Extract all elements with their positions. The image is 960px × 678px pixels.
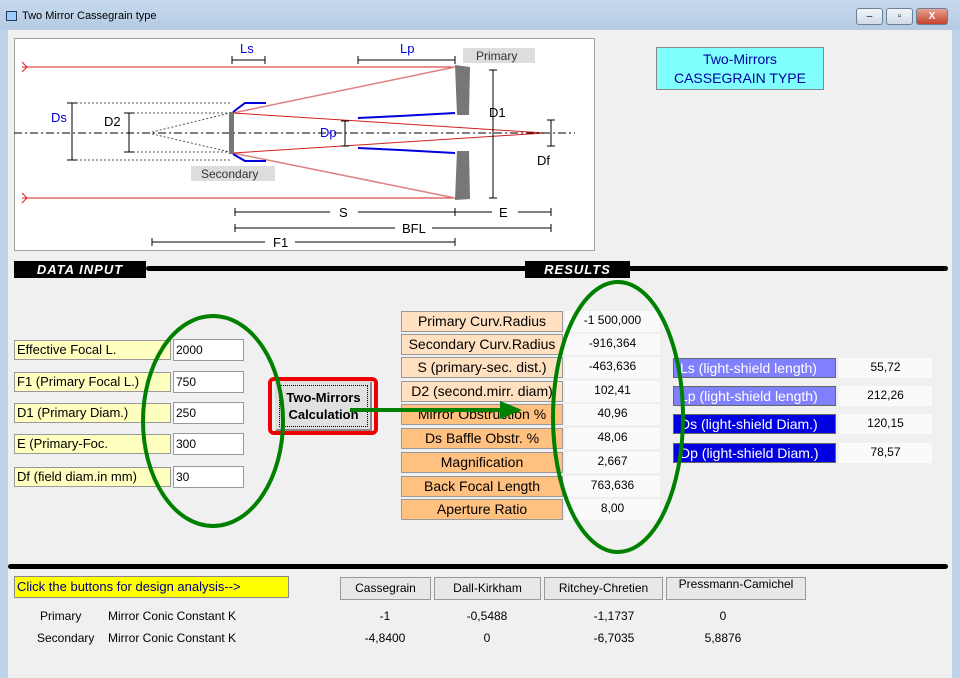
input-label-e: E (Primary-Foc. bbox=[14, 434, 171, 454]
input-label-df: Df (field diam.in mm) bbox=[14, 467, 171, 487]
primary-mirror-bottom bbox=[455, 151, 470, 200]
result-label: D2 (second.mirr. diam) bbox=[401, 381, 563, 402]
conic-constant-value: -1,1737 bbox=[593, 609, 635, 623]
label-d1: D1 bbox=[489, 105, 506, 120]
shield-value: 78,57 bbox=[839, 443, 932, 463]
shield-label: Ds (light-shield Diam.) bbox=[673, 414, 836, 434]
primary-baffle-top bbox=[357, 112, 456, 119]
section-results: RESULTS bbox=[525, 261, 630, 278]
result-label: Magnification bbox=[401, 452, 563, 473]
design-title-line1: Two-Mirrors bbox=[703, 51, 777, 67]
dall-kirkham-button[interactable]: Dall-Kirkham bbox=[434, 577, 541, 600]
result-value: 2,667 bbox=[565, 452, 660, 473]
cassegrain-button[interactable]: Cassegrain bbox=[340, 577, 431, 600]
f1-input[interactable]: 750 bbox=[173, 371, 244, 393]
result-value: -1 500,000 bbox=[565, 311, 660, 332]
primary-mirror-top bbox=[455, 65, 470, 115]
result-value: -916,364 bbox=[565, 334, 660, 355]
result-label: Back Focal Length bbox=[401, 476, 563, 497]
shield-label: Lp (light-shield length) bbox=[673, 386, 836, 406]
conic-constant-value: -1 bbox=[379, 609, 391, 623]
conic-constant-value: 0 bbox=[483, 631, 491, 645]
label-dp: Dp bbox=[320, 125, 337, 140]
label-ds: Ds bbox=[51, 110, 67, 125]
result-value: 763,636 bbox=[565, 476, 660, 497]
shield-label: Ls (light-shield length) bbox=[673, 358, 836, 378]
label-df: Df bbox=[537, 153, 550, 168]
result-value: 48,06 bbox=[565, 428, 660, 449]
label-secondary: Secondary bbox=[201, 167, 258, 181]
label-primary: Primary bbox=[476, 49, 517, 63]
d1-input[interactable]: 250 bbox=[173, 402, 244, 424]
input-label-d1: D1 (Primary Diam.) bbox=[14, 403, 171, 423]
analysis-hint: Click the buttons for design analysis--> bbox=[14, 576, 289, 598]
shield-value: 120,15 bbox=[839, 414, 932, 434]
calc-line2: Calculation bbox=[288, 407, 359, 422]
result-value: 102,41 bbox=[565, 381, 660, 402]
secondary-mirror bbox=[229, 112, 234, 154]
pressmann-camichel-button[interactable]: Pressmann-Camichel bbox=[666, 577, 806, 600]
label-ls: Ls bbox=[240, 41, 254, 56]
result-value: -463,636 bbox=[565, 357, 660, 378]
input-label-efl: Effective Focal L. bbox=[14, 340, 171, 360]
result-value: 8,00 bbox=[565, 499, 660, 520]
label-f1: F1 bbox=[273, 235, 288, 250]
secondary-row-label2: Mirror Conic Constant K bbox=[108, 631, 237, 645]
result-label: S (primary-sec. dist.) bbox=[401, 357, 563, 378]
design-title-line2: CASSEGRAIN TYPE bbox=[673, 70, 806, 86]
conic-constant-value: -6,7035 bbox=[593, 631, 635, 645]
result-value: 40,96 bbox=[565, 404, 660, 425]
shield-value: 212,26 bbox=[839, 386, 932, 406]
result-label: Ds Baffle Obstr. % bbox=[401, 428, 563, 449]
primary-row-label2: Mirror Conic Constant K bbox=[108, 609, 237, 623]
efl-input[interactable]: 2000 bbox=[173, 339, 244, 361]
result-label: Aperture Ratio bbox=[401, 499, 563, 520]
label-lp: Lp bbox=[400, 41, 414, 56]
calc-line1: Two-Mirrors bbox=[286, 390, 361, 405]
input-label-f1: F1 (Primary Focal L.) bbox=[14, 372, 171, 392]
primary-row-label: Primary bbox=[40, 609, 82, 623]
label-bfl: BFL bbox=[402, 221, 426, 236]
section-data-input: DATA INPUT bbox=[14, 261, 146, 278]
primary-baffle-bottom bbox=[357, 147, 456, 154]
result-label: Mirror Obstruction % bbox=[401, 404, 563, 425]
conic-constant-value: 5,8876 bbox=[704, 631, 742, 645]
design-title-box: Two-Mirrors CASSEGRAIN TYPE bbox=[656, 47, 824, 90]
secondary-baffle-bottom bbox=[232, 153, 266, 162]
shield-label: Dp (light-shield Diam.) bbox=[673, 443, 836, 463]
e-input[interactable]: 300 bbox=[173, 433, 244, 455]
conic-constant-value: -4,8400 bbox=[364, 631, 406, 645]
result-label: Secondary Curv.Radius bbox=[401, 334, 563, 355]
secondary-row-label: Secondary bbox=[37, 631, 95, 645]
conic-constant-value: -0,5488 bbox=[466, 609, 508, 623]
divider-bottom bbox=[8, 564, 948, 569]
label-e: E bbox=[499, 205, 508, 220]
shield-value: 55,72 bbox=[839, 358, 932, 378]
label-d2: D2 bbox=[104, 114, 121, 129]
result-label: Primary Curv.Radius bbox=[401, 311, 563, 332]
two-mirrors-calculation-button[interactable]: Two-Mirrors Calculation bbox=[275, 381, 372, 431]
label-s: S bbox=[339, 205, 348, 220]
ritchey-chretien-button[interactable]: Ritchey-Chretien bbox=[544, 577, 663, 600]
conic-constant-value: 0 bbox=[719, 609, 727, 623]
df-input[interactable]: 30 bbox=[173, 466, 244, 488]
